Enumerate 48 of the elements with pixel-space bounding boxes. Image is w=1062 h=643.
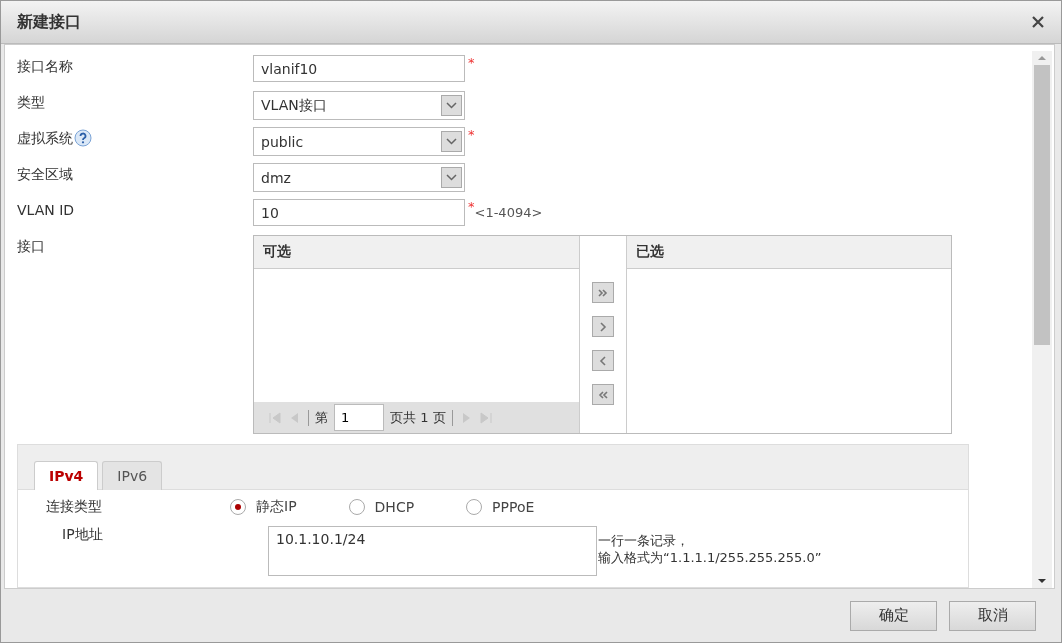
radio-label: PPPoE <box>492 499 535 515</box>
right-button[interactable] <box>591 316 614 337</box>
radio-label: 静态IP <box>256 498 297 516</box>
radio-button[interactable] <box>230 499 246 515</box>
select-field[interactable]: VLAN接口 <box>253 91 465 120</box>
list-header: 可选 <box>254 236 579 269</box>
range-hint: <1-4094> <box>474 205 543 220</box>
select-field[interactable]: dmz <box>253 163 465 192</box>
address-tab[interactable]: IPv4 <box>34 461 99 490</box>
required-mark: * <box>468 199 475 214</box>
dropdown-caret-icon[interactable] <box>441 131 462 152</box>
text-field[interactable]: 10 <box>253 199 465 226</box>
dialog-button[interactable]: 取消 <box>949 600 1036 631</box>
field-label: 安全区域 <box>17 165 73 184</box>
list-header: 已选 <box>626 236 951 269</box>
dialog-button[interactable]: 确定 <box>850 600 937 631</box>
field-label: 虚拟系统 <box>17 129 73 148</box>
required-mark: * <box>468 55 475 70</box>
required-mark: * <box>468 127 475 142</box>
scrollbar[interactable] <box>1032 51 1052 588</box>
page-count: 页共 1 页 <box>390 408 446 427</box>
field-label: VLAN ID <box>17 201 75 220</box>
text-field[interactable]: vlanif10 <box>253 55 465 82</box>
dialog-title: 新建接口 <box>17 11 81 33</box>
dropdown-caret-icon[interactable] <box>441 167 462 188</box>
field-label: 连接类型 <box>46 498 102 516</box>
left-button[interactable] <box>591 350 614 371</box>
close-button[interactable] <box>1031 15 1045 29</box>
dropdown-caret-icon[interactable] <box>441 95 462 116</box>
double-right-button[interactable] <box>591 282 614 303</box>
radio-label: DHCP <box>374 499 415 515</box>
page-label: 第 <box>315 408 328 427</box>
double-chevron-left-icon <box>596 388 609 401</box>
select-field[interactable]: public <box>253 127 465 156</box>
format-hint: 输入格式为“1.1.1.1/255.255.255.0” <box>598 549 822 566</box>
address-tab[interactable]: IPv6 <box>102 461 163 490</box>
help-icon[interactable] <box>74 129 92 147</box>
ip-address-field[interactable]: 10.1.10.1/24 <box>268 526 597 576</box>
double-chevron-right-icon <box>596 286 609 299</box>
field-label: 类型 <box>17 93 45 112</box>
radio-button[interactable] <box>348 499 365 515</box>
format-hint: 一行一条记录， <box>598 532 690 549</box>
field-label: 接口名称 <box>17 57 73 76</box>
double-left-button[interactable] <box>591 384 614 405</box>
radio-button[interactable] <box>466 499 483 515</box>
field-label: 接口 <box>17 237 45 256</box>
page-input[interactable]: 1 <box>334 404 384 431</box>
field-label: IP地址 <box>61 526 104 544</box>
